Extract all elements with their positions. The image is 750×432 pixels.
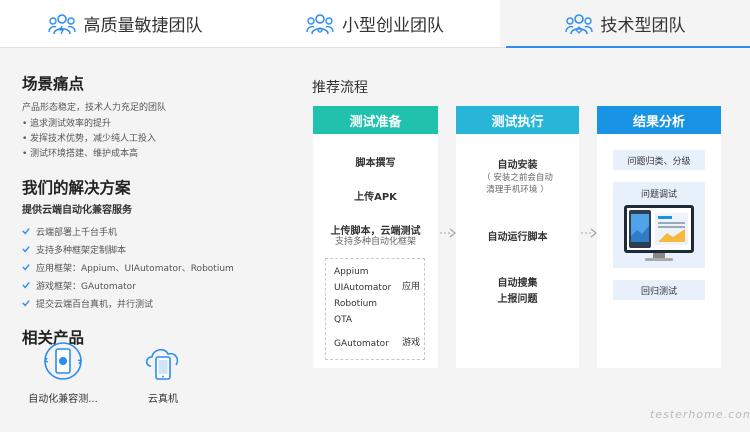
framework-appium: Appium	[334, 267, 369, 277]
cloud-phone-icon	[145, 348, 179, 380]
scenario-subtitle: 产品形态稳定，技术人力充足的团队	[22, 103, 167, 113]
framework-uiautomator: UIAutomator	[334, 283, 392, 293]
step-label: 问题归类、分级	[627, 156, 691, 167]
step-regression-test: 回归测试	[613, 280, 705, 300]
solution-title: 我们的解决方案	[22, 179, 131, 197]
list-item: 云端部署上千台手机	[22, 222, 282, 240]
framework-gautomator: GAutomator	[334, 339, 389, 349]
tab-agile-team[interactable]: 高质量敏捷团队	[0, 0, 250, 47]
tab-tech-team[interactable]: 技术型团队	[500, 0, 750, 48]
related-products: 自动化兼容测... 云真机	[22, 340, 204, 405]
flow-title: 推荐流程	[312, 80, 368, 96]
step-report: 上报问题	[497, 294, 538, 305]
check-icon	[22, 246, 30, 253]
team-icon	[306, 13, 334, 34]
list-item: 测试环境搭建、维护成本高	[22, 147, 282, 162]
flow-arrow-icon	[581, 228, 597, 238]
team-icon	[564, 13, 593, 34]
tab-startup-team[interactable]: 小型创业团队	[250, 0, 500, 47]
list-item: 应用框架：Appium、UIAutomator、Robotium	[22, 258, 282, 276]
check-icon	[22, 264, 30, 271]
tab-label: 技术型团队	[600, 16, 686, 36]
solution-subtitle: 提供云端自动化兼容服务	[22, 205, 132, 216]
product-cloud-phone[interactable]: 云真机	[122, 340, 204, 405]
check-icon	[22, 300, 30, 307]
product-label: 云真机	[148, 394, 178, 405]
panel-header: 结果分析	[597, 106, 721, 134]
tab-label: 高质量敏捷团队	[83, 16, 203, 36]
app-framework-label: 应用	[402, 282, 421, 292]
tab-label: 小型创业团队	[342, 16, 444, 36]
framework-qta: QTA	[334, 315, 353, 325]
product-label: 自动化兼容测...	[28, 394, 98, 405]
game-framework-label: 游戏	[402, 338, 421, 348]
step-script-writing: 脚本撰写	[355, 158, 396, 169]
list-item: 发挥技术优势，减少纯人工投入	[22, 132, 282, 147]
watermark: testerhome.com	[650, 408, 750, 421]
panel-header: 测试准备	[313, 106, 438, 134]
step-auto-install-sub1: （ 安装之前会自动	[482, 173, 553, 183]
product-auto-compat[interactable]: 自动化兼容测...	[22, 340, 104, 405]
step-issue-debug: 问题调试	[613, 182, 705, 268]
list-item-label: 应用框架：Appium、UIAutomator、Robotium	[36, 263, 234, 274]
framework-box: Appium UIAutomator Robotium QTA GAutomat…	[325, 258, 425, 360]
step-auto-install: 自动安装	[497, 160, 538, 171]
step-upload-script-sub: 支持多种自动化框架	[334, 237, 416, 247]
list-item-label: 云端部署上千台手机	[36, 227, 118, 238]
step-issue-classify: 问题归类、分级	[613, 150, 705, 170]
step-label: 问题调试	[640, 190, 677, 200]
framework-robotium: Robotium	[334, 299, 378, 309]
scenario-points: 追求测试效率的提升 发挥技术优势，减少纯人工投入 测试环境搭建、维护成本高	[22, 117, 282, 162]
team-icon	[47, 13, 76, 34]
panel-result-analysis: 结果分析 问题归类、分级 问题调试 回归测试	[597, 106, 721, 368]
flow-arrow-icon	[440, 228, 456, 238]
team-tabbar: 高质量敏捷团队 小型创业团队 技术型团队	[0, 0, 750, 48]
list-item-label: 支持多种框架定制脚本	[36, 245, 127, 256]
list-item-label: 提交云端百台真机，并行测试	[36, 299, 154, 310]
scenario-title: 场景痛点	[22, 75, 85, 93]
step-auto-run: 自动运行脚本	[487, 232, 548, 243]
panel-test-execute: 测试执行 自动安装 （ 安装之前会自动 清理手机环境 ） 自动运行脚本 自动搜集…	[456, 106, 579, 368]
auto-compat-icon	[43, 342, 83, 380]
list-item-label: 游戏框架：GAutomator	[36, 281, 136, 292]
check-icon	[22, 228, 30, 235]
solution-items: 云端部署上千台手机 支持多种框架定制脚本 应用框架：Appium、UIAutom…	[22, 222, 282, 312]
list-item: 支持多种框架定制脚本	[22, 240, 282, 258]
list-item: 提交云端百台真机，并行测试	[22, 294, 282, 312]
step-auto-install-sub2: 清理手机环境 ）	[486, 185, 549, 195]
step-collect: 自动搜集	[497, 278, 538, 289]
list-item: 游戏框架：GAutomator	[22, 276, 282, 294]
panel-header: 测试执行	[456, 106, 579, 134]
check-icon	[22, 282, 30, 289]
panel-test-prepare: 测试准备 脚本撰写 上传APK 上传脚本，云端测试 支持多种自动化框架 Appi…	[313, 106, 438, 368]
step-label: 回归测试	[640, 286, 677, 297]
left-column: 场景痛点 产品形态稳定，技术人力充足的团队 追求测试效率的提升 发挥技术优势，减…	[22, 72, 282, 348]
step-upload-script: 上传脚本，云端测试	[330, 226, 421, 237]
debug-devices-icon	[624, 205, 694, 261]
step-upload-apk: 上传APK	[354, 192, 397, 203]
list-item: 追求测试效率的提升	[22, 117, 282, 132]
